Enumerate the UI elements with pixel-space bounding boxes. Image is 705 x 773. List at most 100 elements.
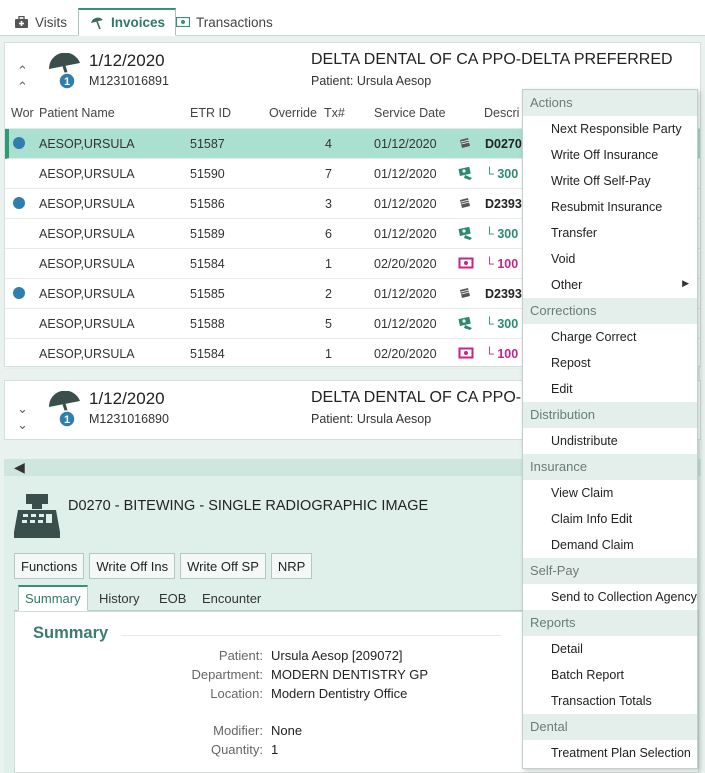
menu-item-edit[interactable]: Edit [523,376,697,402]
status-dot-icon [13,287,25,299]
invoice-id: M1231016890 [89,412,169,426]
write-off-ins-button[interactable]: Write Off Ins [89,553,176,579]
invoice-id: M1231016891 [89,74,169,88]
menu-item-label: Other [551,278,583,292]
menu-item-label: Claim Info Edit [551,512,633,526]
menu-item-label: Undistribute [551,434,618,448]
menu-item-label: Send to Collection Agency [551,590,697,604]
menu-item-label: Write Off Self-Pay [551,174,651,188]
field-label: Department: [191,667,263,682]
description-cell: └ 300 [485,167,519,181]
status-dot-icon [13,197,25,209]
service-date-cell: 01/12/2020 [374,197,437,211]
collapse-chevron-icon[interactable]: ⌃ ⌃ [17,63,28,95]
menu-item-view-claim[interactable]: View Claim [523,480,697,506]
menu-item-resubmit-insurance[interactable]: Resubmit Insurance [523,194,697,220]
write-off-sp-button[interactable]: Write Off SP [180,553,266,579]
menu-item-treatment-plan-selection[interactable]: Treatment Plan Selection [523,740,697,766]
tab-visits-label: Visits [35,14,68,30]
action-button-bar: Functions Write Off Ins Write Off SP NRP [14,553,313,579]
description-cell: D2393 [485,197,522,211]
menu-item-write-off-self-pay[interactable]: Write Off Self-Pay [523,168,697,194]
functions-button[interactable]: Functions [14,553,85,579]
tx-cell: 1 [325,257,332,271]
tab-encounter[interactable]: Encounter [202,585,261,611]
menu-section-header: Insurance [523,454,697,480]
cash-icon [176,17,190,27]
col-service-date[interactable]: Service Date [374,106,446,120]
menu-item-claim-info-edit[interactable]: Claim Info Edit [523,506,697,532]
svg-text:1: 1 [64,414,70,426]
field-value: None [271,723,303,738]
cash-icon [458,347,474,362]
menu-item-next-responsible-party[interactable]: Next Responsible Party [523,116,697,142]
menu-section-header: Distribution [523,402,697,428]
tx-cell: 7 [325,167,332,181]
expand-chevron-icon[interactable]: ⌄ ⌄ [17,401,28,433]
patient-name-cell: AESOP,URSULA [39,167,135,181]
tx-cell: 5 [325,317,332,331]
field-value: Ursula Aesop [209072] [271,648,403,663]
menu-item-transfer[interactable]: Transfer [523,220,697,246]
menu-item-undistribute[interactable]: Undistribute [523,428,697,454]
top-tab-bar: Visits Invoices Transactions [0,0,705,36]
menu-item-send-to-collection-agency[interactable]: Send to Collection Agency [523,584,697,610]
tab-transactions[interactable]: Transactions [176,8,273,36]
menu-item-other[interactable]: Other ▶ [523,272,697,298]
col-patient-name[interactable]: Patient Name [39,106,115,120]
umbrella-badge-icon: 1 [47,52,83,94]
menu-item-label: Treatment Plan Selection [551,746,691,760]
tab-invoices[interactable]: Invoices [78,8,177,36]
col-tx[interactable]: Tx# [324,106,345,120]
menu-item-charge-correct[interactable]: Charge Correct [523,324,697,350]
menu-item-label: Batch Report [551,668,624,682]
tab-summary[interactable]: Summary [18,585,88,611]
tx-cell: 6 [325,227,332,241]
description-cell: D2393 [485,287,522,301]
field-value: 1 [271,742,279,757]
col-work[interactable]: Wor [11,106,34,120]
tab-visits[interactable]: Visits [14,8,67,36]
col-override[interactable]: Override [269,106,317,120]
patient-name-cell: AESOP,URSULA [39,227,135,241]
menu-item-detail[interactable]: Detail [523,636,697,662]
menu-item-transaction-totals[interactable]: Transaction Totals [523,688,697,714]
tx-cell: 4 [325,137,332,151]
tab-eob[interactable]: EOB [159,585,186,611]
cash-icon [458,257,474,272]
detail-title: D0270 - BITEWING - SINGLE RADIOGRAPHIC I… [68,498,429,514]
description-cell: D0270 [485,137,522,151]
menu-item-void[interactable]: Void [523,246,697,272]
col-description[interactable]: Descri [484,106,519,120]
scroll-left-icon[interactable]: ◀ [14,459,25,476]
tab-history[interactable]: History [99,585,139,611]
menu-item-repost[interactable]: Repost [523,350,697,376]
field-label: Location: [210,686,263,701]
menu-item-demand-claim[interactable]: Demand Claim [523,532,697,558]
menu-item-label: Transfer [551,226,598,240]
service-date-cell: 01/12/2020 [374,227,437,241]
menu-item-batch-report[interactable]: Batch Report [523,662,697,688]
tx-cell: 3 [325,197,332,211]
col-etr-id[interactable]: ETR ID [190,106,231,120]
menu-section-header: Dental [523,714,697,740]
etr-id-cell: 51584 [190,347,225,361]
patient-name-cell: AESOP,URSULA [39,137,135,151]
etr-id-cell: 51589 [190,227,225,241]
etr-id-cell: 51587 [190,137,225,151]
menu-item-write-off-insurance[interactable]: Write Off Insurance [523,142,697,168]
field-label: Quantity: [210,742,263,757]
payment-icon [458,226,474,244]
menu-section-header: Reports [523,610,697,636]
tab-transactions-label: Transactions [196,14,273,30]
patient-name-cell: AESOP,URSULA [39,257,135,271]
invoice-date: 1/12/2020 [89,51,165,70]
menu-item-label: Resubmit Insurance [551,200,663,214]
patient-line: Patient: Ursula Aesop [311,412,432,426]
nrp-button[interactable]: NRP [270,553,313,579]
tab-invoices-label: Invoices [111,15,166,30]
divider [121,635,501,636]
menu-item-label: Void [551,252,576,266]
patient-line: Patient: Ursula Aesop [311,74,432,88]
menu-item-label: Charge Correct [551,330,637,344]
